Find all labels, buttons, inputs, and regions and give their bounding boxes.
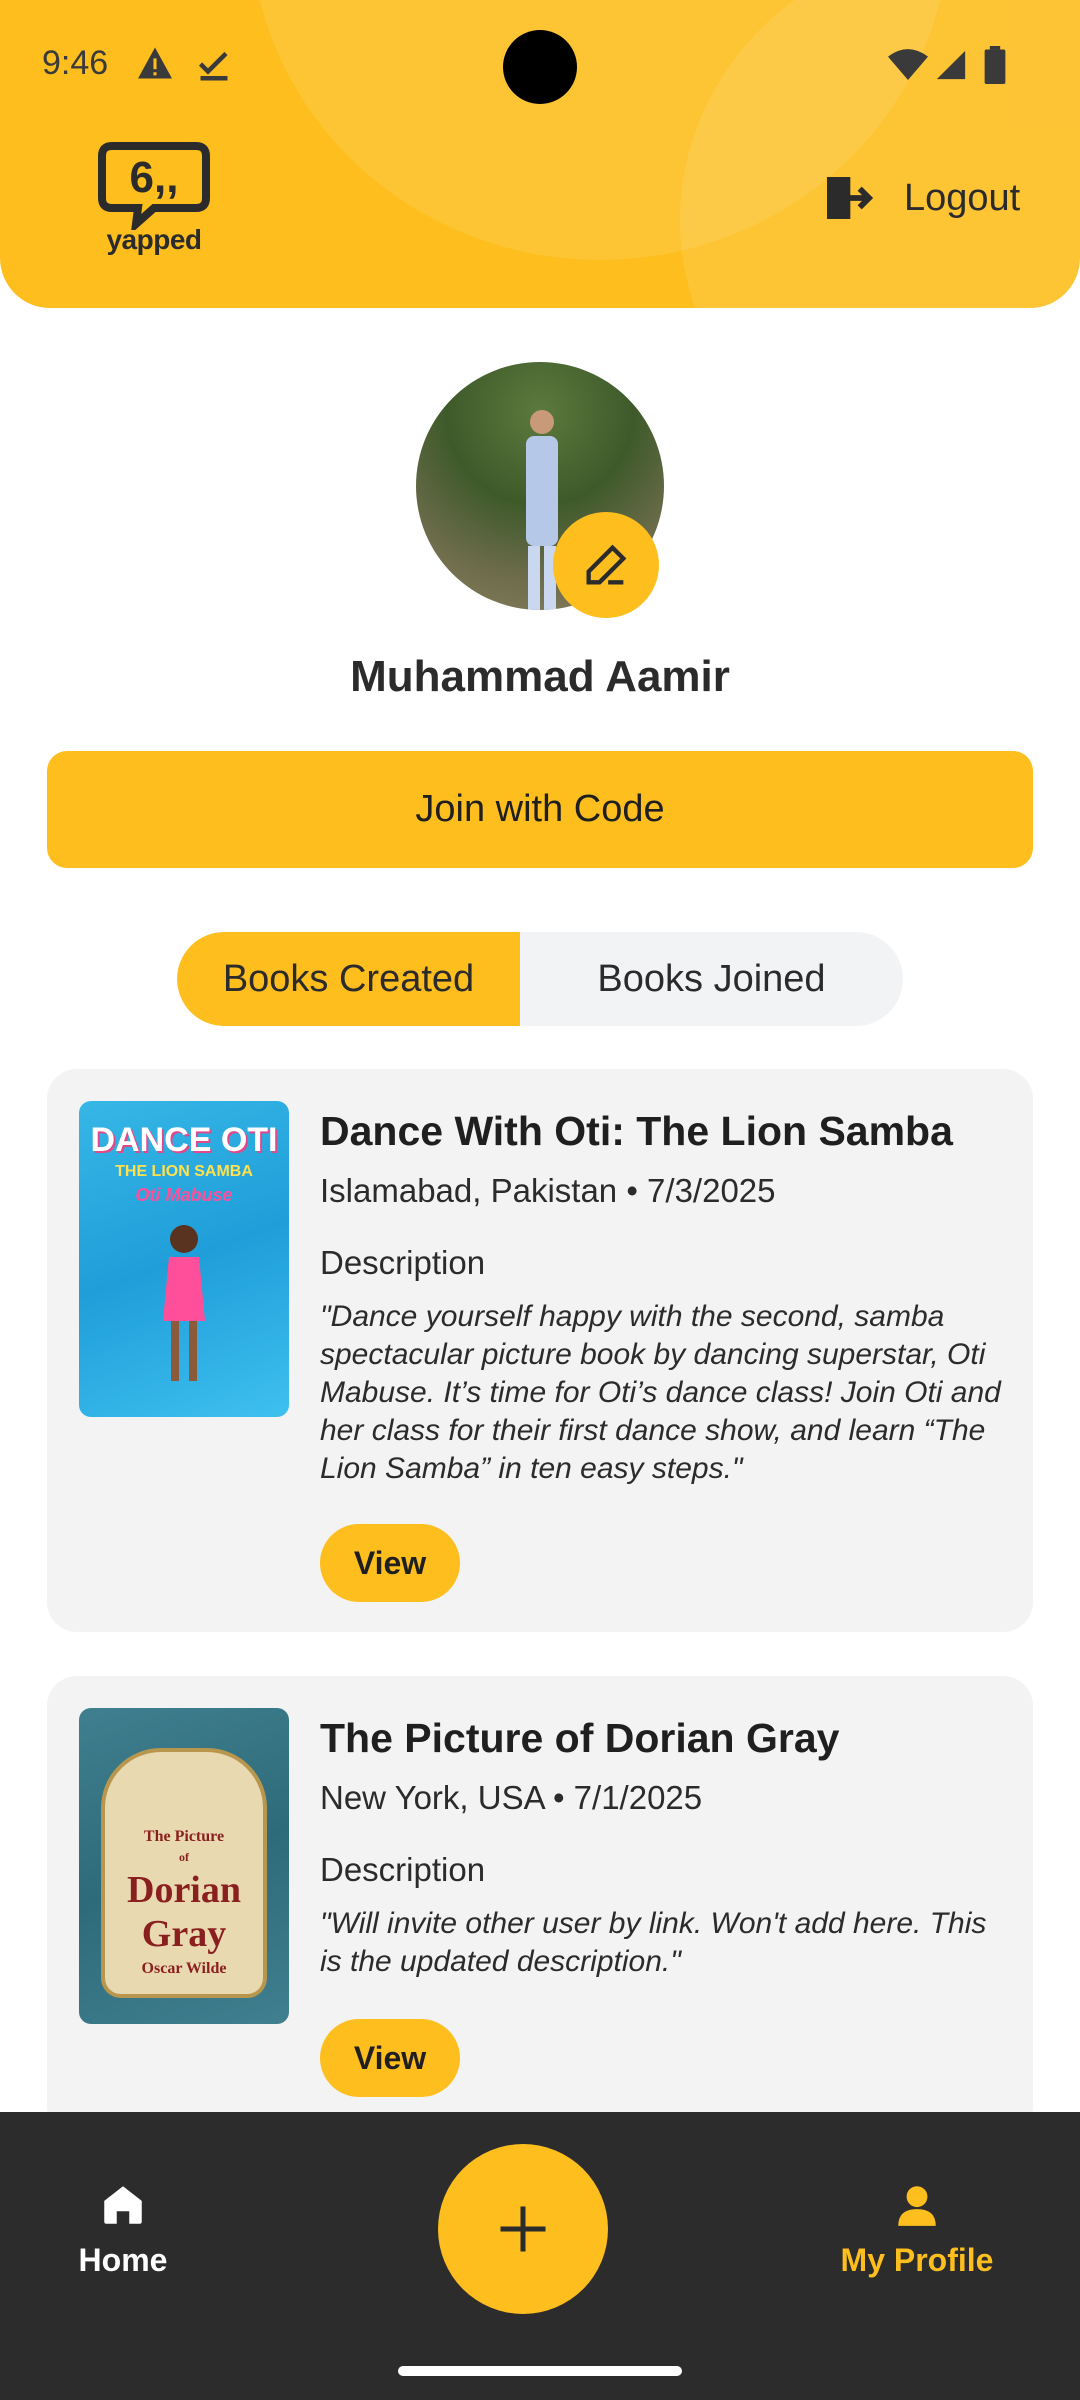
book-card[interactable]: DANCE OTI THE LION SAMBA Oti Mabuse Danc…: [47, 1069, 1033, 1632]
battery-icon: [984, 46, 1006, 84]
signal-icon: [936, 50, 966, 80]
status-bar: 9:46: [0, 0, 1080, 130]
app-logo: 6,, yapped: [94, 140, 214, 264]
book-details: The Picture of Dorian Gray New York, USA…: [320, 1714, 1010, 1981]
app-header: 9:46 6,, yapped Logout: [0, 0, 1080, 308]
cover-title-line: Dorian: [127, 1869, 241, 1911]
status-time: 9:46: [42, 44, 109, 82]
nav-my-profile-label: My Profile: [840, 2242, 994, 2278]
book-details: Dance With Oti: The Lion Samba Islamabad…: [320, 1107, 1010, 1488]
pencil-icon: [586, 544, 627, 585]
cover-title-line: Gray: [141, 1913, 227, 1955]
camera-cutout: [503, 30, 577, 104]
dancer-illustration: [163, 1225, 205, 1381]
gesture-home-indicator[interactable]: [398, 2366, 682, 2376]
cover-subtitle: THE LION SAMBA: [115, 1163, 253, 1180]
cover-title-line: The Picture: [143, 1828, 225, 1845]
person-icon: [898, 2186, 936, 2226]
wifi-icon: [888, 49, 928, 80]
description-label: Description: [320, 1851, 486, 1889]
nav-home[interactable]: Home: [23, 2180, 223, 2279]
book-location-date: Islamabad, Pakistan • 7/3/2025: [320, 1172, 776, 1210]
tab-books-created[interactable]: Books Created: [177, 932, 520, 1026]
cover-author: Oti Mabuse: [135, 1185, 233, 1205]
book-title: The Picture of Dorian Gray: [320, 1715, 840, 1761]
book-card[interactable]: The Picture of Dorian Gray Oscar Wilde T…: [47, 1676, 1033, 2136]
book-cover: The Picture of Dorian Gray Oscar Wilde: [79, 1708, 289, 2024]
edit-avatar-button[interactable]: [553, 512, 659, 618]
book-description: "Dance yourself happy with the second, s…: [320, 1300, 1001, 1486]
svg-text:6,,: 6,,: [130, 153, 179, 202]
join-with-code-button[interactable]: Join with Code: [47, 751, 1033, 868]
plus-icon: [500, 2206, 546, 2252]
speech-bubble-logo-icon: 6,,: [98, 142, 210, 235]
nav-my-profile[interactable]: My Profile: [817, 2180, 1017, 2279]
download-check-icon: [198, 51, 228, 81]
cover-author: Oscar Wilde: [141, 1960, 227, 1977]
description-label: Description: [320, 1244, 486, 1282]
profile-name: Muhammad Aamir: [350, 652, 730, 701]
home-icon: [104, 2186, 142, 2224]
warning-icon: [138, 47, 172, 79]
logout-label: Logout: [904, 176, 1021, 219]
cover-title-line: of: [179, 1850, 189, 1864]
create-book-button[interactable]: [438, 2144, 608, 2314]
book-cover: DANCE OTI THE LION SAMBA Oti Mabuse: [79, 1101, 289, 1417]
view-button[interactable]: View: [320, 2019, 460, 2097]
book-tabs: Books Created Books Joined: [177, 932, 903, 1026]
book-description: "Will invite other user by link. Won't a…: [320, 1907, 987, 1979]
book-location-date: New York, USA • 7/1/2025: [320, 1779, 703, 1817]
book-title: Dance With Oti: The Lion Samba: [320, 1108, 953, 1154]
cover-title: DANCE OTI: [90, 1121, 278, 1159]
logo-text: yapped: [106, 224, 202, 255]
view-button[interactable]: View: [320, 1524, 460, 1602]
logout-button[interactable]: Logout: [820, 168, 1020, 228]
nav-home-label: Home: [78, 2242, 168, 2278]
bottom-navigation: Home My Profile: [0, 2112, 1080, 2400]
logout-icon: [827, 177, 874, 219]
tab-books-joined[interactable]: Books Joined: [520, 932, 903, 1026]
